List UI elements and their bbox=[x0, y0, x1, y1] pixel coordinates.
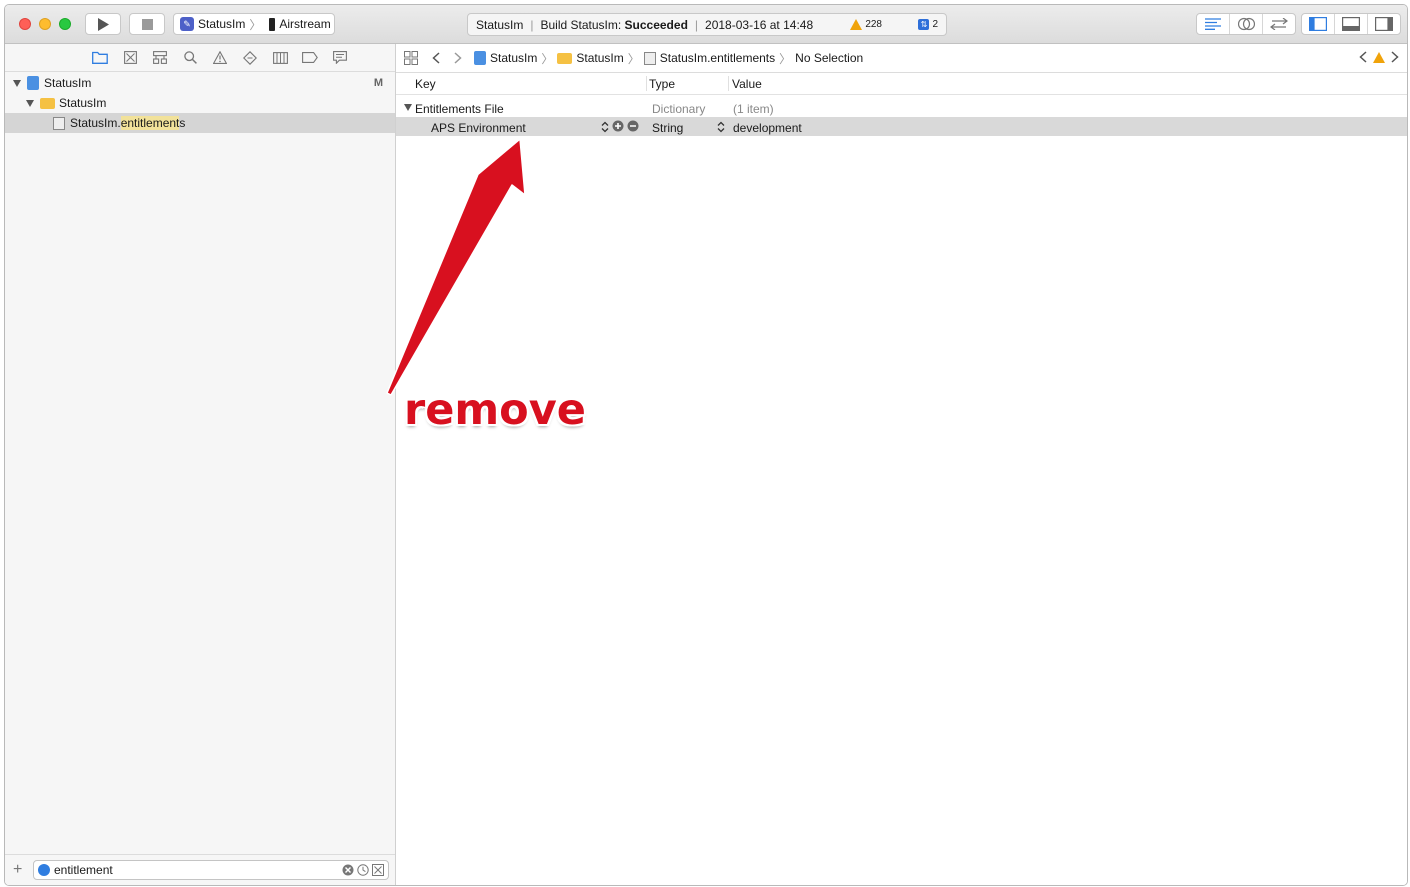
annotation-arrow bbox=[386, 138, 526, 396]
annotation-remove-label: remove bbox=[404, 385, 586, 435]
